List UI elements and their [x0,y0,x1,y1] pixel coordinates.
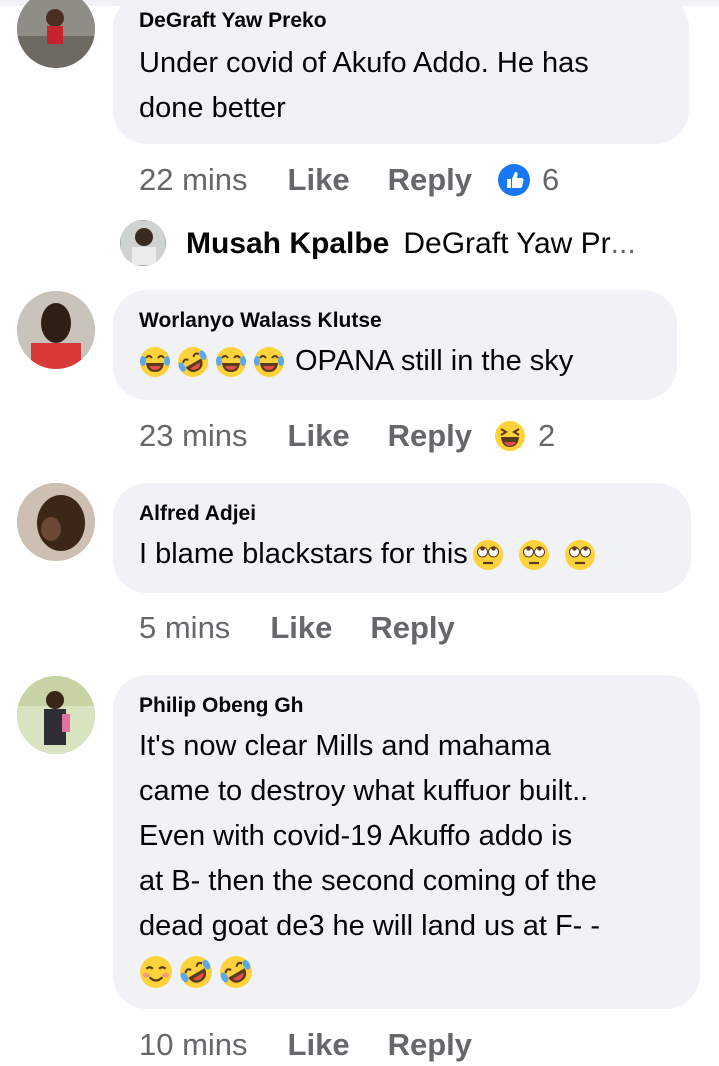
reply-preview[interactable]: Musah Kpalbe DeGraft Yaw Pr... [166,226,636,262]
comment-time[interactable]: 22 mins [139,162,248,198]
like-button[interactable]: Like [288,418,350,454]
avatar[interactable] [17,0,95,68]
comment-author[interactable]: Worlanyo Walass Klutse [139,308,651,334]
comment-author[interactable]: DeGraft Yaw Preko [139,8,663,34]
crying-laughing-emoji-icon [254,346,284,377]
avatar[interactable] [17,483,95,561]
comment-meta: 10 mins Like Reply [139,1027,510,1063]
emoji-group [139,949,674,994]
comment-time[interactable]: 5 mins [139,610,230,646]
rolling-laughing-emoji-icon [178,346,208,377]
comment-text: It's now clear Mills and mahama came to … [139,724,674,994]
reply-button[interactable]: Reply [370,610,454,646]
reply-snippet: DeGraft Yaw Pr [403,227,611,260]
like-button[interactable]: Like [270,610,332,646]
eye-roll-emoji-icon [518,539,549,570]
haha-reaction-icon [495,421,525,451]
avatar-photo-icon [17,0,95,68]
comment-time[interactable]: 23 mins [139,418,248,454]
rolling-laughing-emoji-icon [220,955,252,988]
reply-button[interactable]: Reply [388,1027,472,1063]
emoji-group [139,346,285,378]
comment-author[interactable]: Philip Obeng Gh [139,693,674,719]
smiling-blush-emoji-icon [140,955,172,988]
avatar-photo-icon [17,676,95,754]
avatar-photo-icon [17,291,95,369]
comment-bubble: Alfred Adjei I blame blackstars for this [113,483,691,593]
like-button[interactable]: Like [288,1027,350,1063]
comment-bubble: DeGraft Yaw Preko Under covid of Akufo A… [113,0,689,144]
avatar-photo-icon [120,220,166,266]
reaction-count: 2 [538,418,556,453]
reply-author[interactable]: Musah Kpalbe [186,226,389,262]
rolling-laughing-emoji-icon [180,955,212,988]
reply-button[interactable]: Reply [388,162,472,198]
comment-bubble: Worlanyo Walass Klutse OPANA still in th… [113,290,677,400]
comment-text: OPANA still in the sky [139,339,651,384]
reaction-count: 6 [542,162,560,197]
comment-meta: 5 mins Like Reply [139,610,493,646]
comment-time[interactable]: 10 mins [139,1027,248,1063]
avatar[interactable] [17,676,95,754]
crying-laughing-emoji-icon [216,346,246,377]
reaction-summary[interactable]: 2 [494,418,555,454]
comment-text: Under covid of Akufo Addo. He has done b… [139,47,589,124]
avatar[interactable] [120,220,166,266]
comment-meta: 22 mins Like Reply 6 [139,162,559,198]
avatar[interactable] [17,291,95,369]
comment-bubble: Philip Obeng Gh It's now clear Mills and… [113,675,700,1009]
reply-button[interactable]: Reply [388,418,472,454]
like-button[interactable]: Like [288,162,350,198]
reply-ellipsis: ... [610,227,636,260]
thumbs-up-reaction-icon [498,164,530,196]
emoji-group [472,539,596,571]
crying-laughing-emoji-icon [140,346,170,377]
comment-author[interactable]: Alfred Adjei [139,501,665,527]
avatar-photo-icon [17,483,95,561]
eye-roll-emoji-icon [472,539,503,570]
comment-meta: 23 mins Like Reply 2 [139,418,555,454]
reaction-summary[interactable]: 6 [498,162,559,198]
comment-text: I blame blackstars for this [139,532,665,577]
eye-roll-emoji-icon [564,539,595,570]
